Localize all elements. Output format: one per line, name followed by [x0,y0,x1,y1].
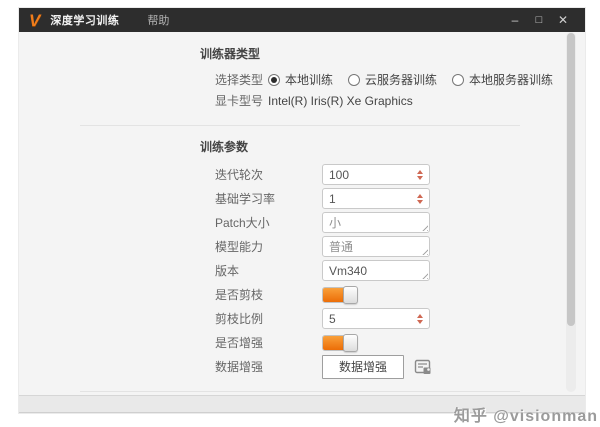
radio-selected-icon[interactable] [268,73,280,86]
spinner-arrows [417,165,423,184]
select-type-label: 选择类型 [215,73,264,87]
augment-toggle-switch[interactable] [322,333,358,352]
prune-toggle-label: 是否剪枝 [215,288,264,302]
data-augment-button[interactable]: 数据增强 [322,354,404,379]
maximize-icon[interactable]: □ [527,8,551,32]
titlebar: V 深度学习训练 帮助 – □ ✕ [19,8,585,32]
row-version: 版本 Vm340 [215,260,585,281]
version-value: Vm340 [329,263,368,278]
page: V 深度学习训练 帮助 – □ ✕ 训练器类型 选择类型 本地训练 云服务器训练… [0,0,600,427]
spin-up-icon[interactable] [417,169,423,174]
model-capacity-value: 普通 [329,240,354,254]
spinner-arrows [417,189,423,208]
content-area: 训练器类型 选择类型 本地训练 云服务器训练 本地服务器训练 显卡型号 Inte… [19,32,585,395]
vertical-scrollbar[interactable] [566,32,576,392]
radio-local-server-training[interactable]: 本地服务器训练 [452,71,553,88]
spin-down-icon[interactable] [417,319,423,324]
spin-down-icon[interactable] [417,175,423,180]
version-label: 版本 [215,264,240,278]
gpu-model-label: 显卡型号 [215,94,264,108]
scrollbar-thumb[interactable] [567,33,575,326]
learning-rate-label: 基础学习率 [215,192,276,206]
watermark: 知乎 @visionman [453,408,598,425]
toggle-knob[interactable] [343,285,358,304]
resize-grip-icon[interactable] [420,271,428,279]
resize-grip-icon[interactable] [420,247,428,255]
row-augment-toggle: 是否增强 [215,332,585,353]
section-divider [80,391,520,392]
toggle-on-fill [323,335,344,350]
spin-down-icon[interactable] [417,199,423,204]
spin-up-icon[interactable] [417,313,423,318]
version-combo[interactable]: Vm340 [322,260,430,281]
training-type-radio-group: 本地训练 云服务器训练 本地服务器训练 [268,71,553,88]
iterations-spinbox[interactable] [322,164,430,185]
patch-size-combo[interactable]: 小 [322,212,430,233]
form-area: 训练器类型 选择类型 本地训练 云服务器训练 本地服务器训练 显卡型号 Inte… [19,32,585,392]
gpu-model-value: Intel(R) Iris(R) Xe Graphics [268,93,413,108]
close-icon[interactable]: ✕ [551,8,575,32]
patch-size-label: Patch大小 [215,216,270,230]
radio-local-training[interactable]: 本地训练 [268,71,333,88]
iterations-input[interactable] [323,166,407,183]
radio-unselected-icon[interactable] [452,73,465,86]
app-logo-icon: V [29,10,41,30]
spinner-arrows [417,309,423,328]
row-learning-rate: 基础学习率 [215,188,585,209]
row-prune-ratio: 剪枝比例 [215,308,585,329]
window-title: 深度学习训练 [50,15,120,27]
row-iterations: 迭代轮次 [215,164,585,185]
row-gpu-model: 显卡型号 Intel(R) Iris(R) Xe Graphics [215,92,585,109]
prune-ratio-label: 剪枝比例 [215,312,264,326]
patch-size-value: 小 [329,216,342,230]
spin-up-icon[interactable] [417,193,423,198]
row-model-capacity: 模型能力 普通 [215,236,585,257]
iterations-label: 迭代轮次 [215,168,264,182]
model-capacity-label: 模型能力 [215,240,264,254]
section-divider [80,125,520,126]
radio-unselected-icon[interactable] [348,73,361,86]
resize-grip-icon[interactable] [420,223,428,231]
section-header-train-params: 训练参数 [200,140,249,154]
radio-cloud-server-training[interactable]: 云服务器训练 [348,71,437,88]
app-window: V 深度学习训练 帮助 – □ ✕ 训练器类型 选择类型 本地训练 云服务器训练… [19,8,585,413]
menu-help[interactable]: 帮助 [147,12,169,28]
data-augment-label: 数据增强 [215,360,264,374]
data-preview-icon[interactable] [413,357,433,377]
row-prune-toggle: 是否剪枝 [215,284,585,305]
prune-ratio-spinbox[interactable] [322,308,430,329]
learning-rate-input[interactable] [323,190,407,207]
row-patch-size: Patch大小 小 [215,212,585,233]
prune-ratio-input[interactable] [323,310,407,327]
toggle-knob[interactable] [343,333,358,352]
model-capacity-combo[interactable]: 普通 [322,236,430,257]
row-data-augment: 数据增强 数据增强 [215,354,585,379]
learning-rate-spinbox[interactable] [322,188,430,209]
section-header-trainer-type: 训练器类型 [200,47,261,61]
window-controls: – □ ✕ [503,8,575,32]
prune-toggle-switch[interactable] [322,285,358,304]
minimize-icon[interactable]: – [503,8,527,32]
augment-toggle-label: 是否增强 [215,336,264,350]
toggle-on-fill [323,287,344,302]
row-select-type: 选择类型 本地训练 云服务器训练 本地服务器训练 [215,71,585,88]
